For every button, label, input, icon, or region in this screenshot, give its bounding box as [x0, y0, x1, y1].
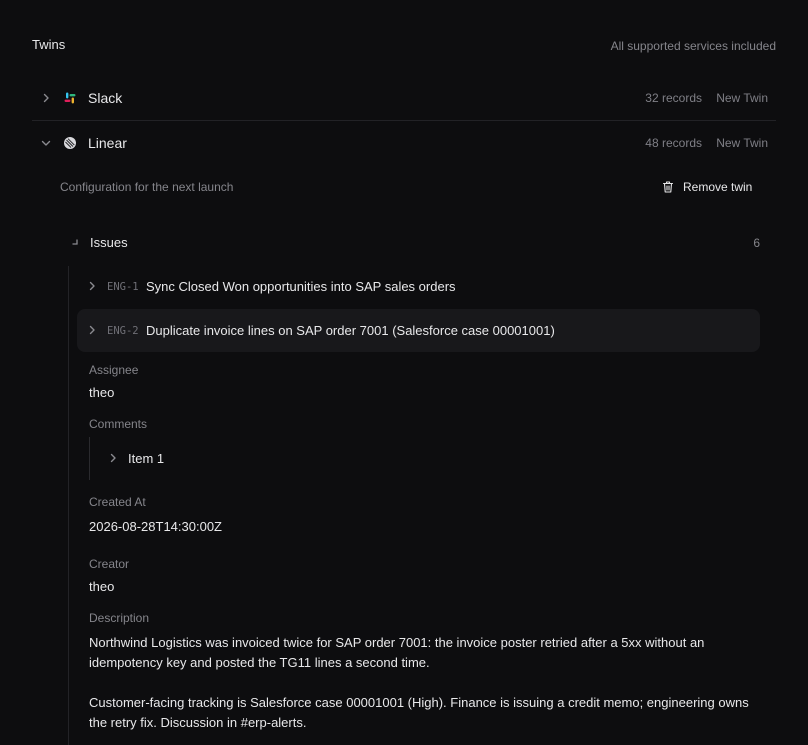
assignee-value: theo	[89, 385, 115, 400]
issue-code: ENG-1	[107, 281, 139, 293]
chevron-right-icon[interactable]	[85, 279, 99, 293]
row-divider	[32, 120, 776, 121]
new-twin-button[interactable]: New Twin	[716, 136, 768, 150]
chevron-right-icon[interactable]	[39, 91, 53, 105]
twin-name: Linear	[88, 135, 127, 151]
section-subtitle: All supported services included	[610, 39, 776, 53]
comments-label: Comments	[89, 417, 148, 431]
twin-row-linear[interactable]: Linear 48 records New Twin	[32, 127, 776, 159]
config-note: Configuration for the next launch	[60, 180, 234, 194]
issue-title: Duplicate invoice lines on SAP order 700…	[146, 323, 555, 338]
description-label: Description	[89, 611, 150, 625]
issue-title: Sync Closed Won opportunities into SAP s…	[146, 279, 456, 294]
collapse-corner-icon	[68, 235, 82, 249]
issue-code: ENG-2	[107, 325, 139, 337]
linear-icon	[63, 136, 77, 150]
assignee-label: Assignee	[89, 363, 139, 377]
issues-toggle[interactable]: Issues 6	[68, 234, 760, 252]
twin-row-slack[interactable]: Slack 32 records New Twin	[32, 82, 776, 114]
description-paragraph: Northwind Logistics was invoiced twice f…	[89, 635, 705, 670]
trash-icon	[661, 180, 675, 194]
comments-tree-line	[89, 437, 90, 480]
chevron-down-icon[interactable]	[39, 136, 53, 150]
issues-tree-line	[68, 266, 69, 745]
creator-label: Creator	[89, 557, 130, 571]
issue-row[interactable]: ENG-1 Sync Closed Won opportunities into…	[77, 273, 760, 301]
created-at-label: Created At	[89, 495, 146, 509]
remove-twin-button[interactable]: Remove twin	[661, 179, 752, 195]
comment-item-label: Item 1	[128, 451, 165, 466]
created-at-value: 2026-08-28T14:30:00Z	[89, 519, 222, 534]
slack-icon	[63, 91, 77, 105]
section-title: Twins	[32, 37, 66, 52]
chevron-right-icon[interactable]	[85, 323, 99, 337]
twin-name: Slack	[88, 90, 123, 106]
comment-item[interactable]: Item 1	[106, 450, 306, 468]
description-paragraph: Customer-facing tracking is Salesforce c…	[89, 695, 749, 730]
record-count: 32 records	[645, 91, 702, 105]
issue-row-selected[interactable]: ENG-2 Duplicate invoice lines on SAP ord…	[77, 309, 760, 352]
remove-twin-label: Remove twin	[683, 180, 753, 194]
record-count: 48 records	[645, 136, 702, 150]
issues-label: Issues	[90, 235, 128, 250]
creator-value: theo	[89, 579, 115, 594]
new-twin-button[interactable]: New Twin	[716, 91, 768, 105]
chevron-right-icon[interactable]	[106, 451, 120, 465]
issues-count: 6	[753, 236, 760, 250]
